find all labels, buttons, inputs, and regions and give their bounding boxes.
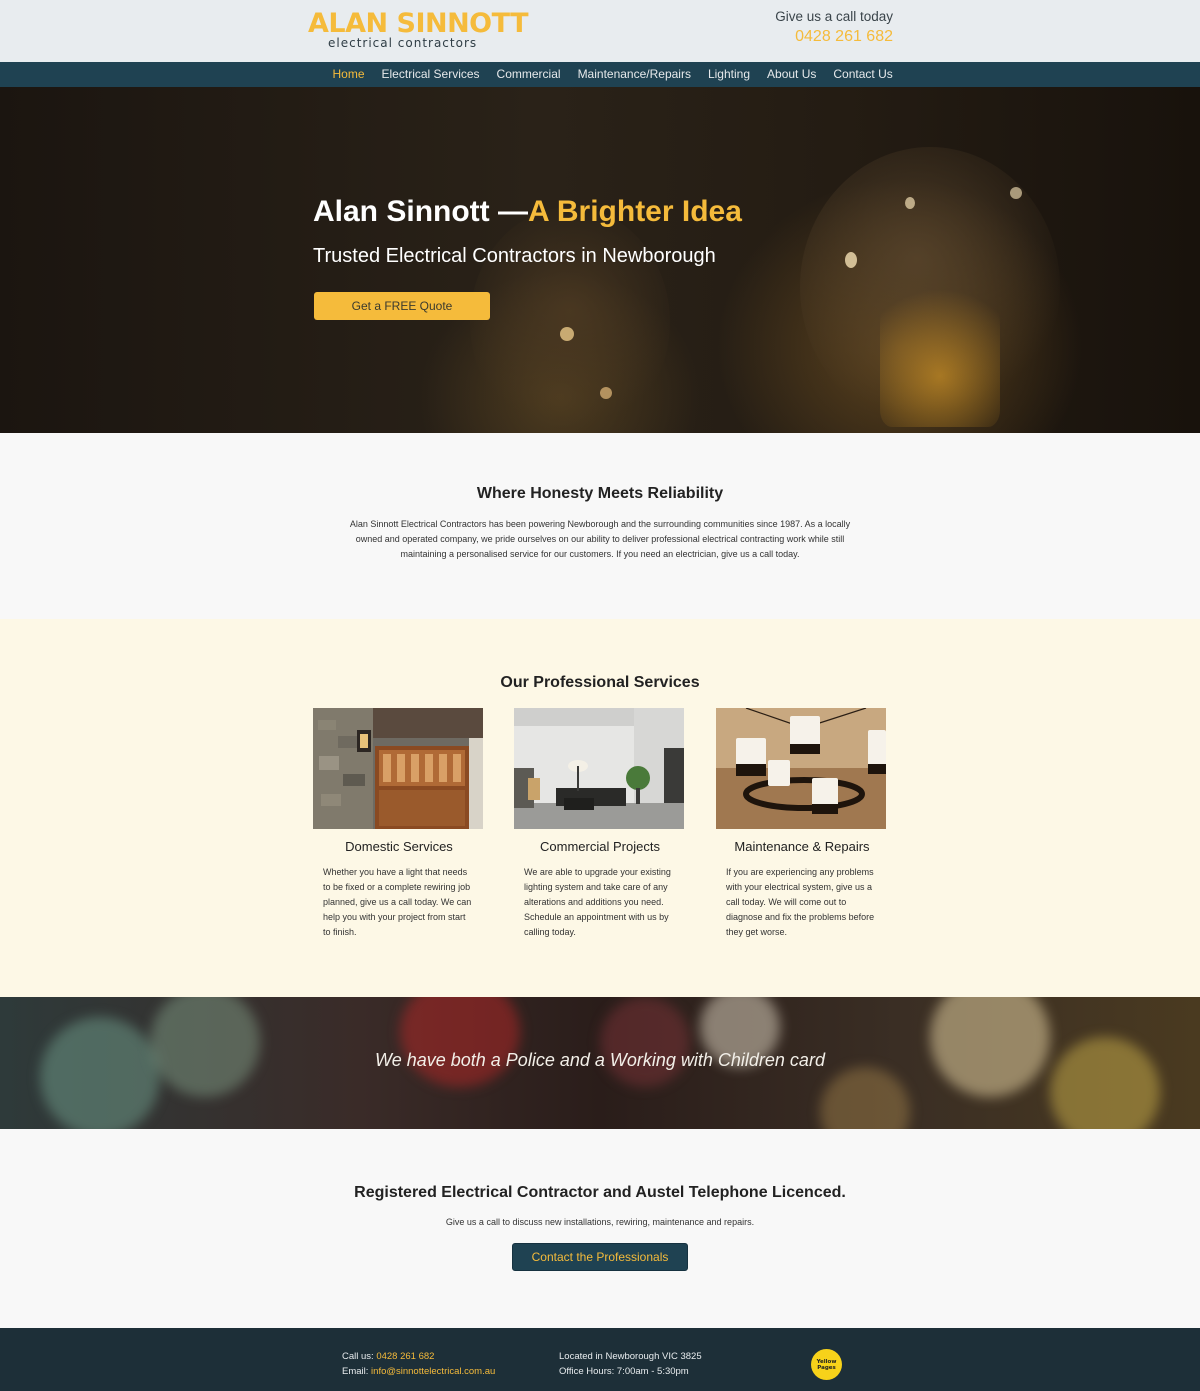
maintenance-title: Maintenance & Repairs (734, 839, 870, 854)
footer-phone-line: Call us: 0428 261 682 (342, 1349, 495, 1364)
commercial-text: We are able to upgrade your existing lig… (524, 867, 671, 937)
nav-item-home[interactable]: Home (324, 62, 373, 87)
nav-item-contact-us[interactable]: Contact Us (825, 62, 901, 87)
services-section: Our Professional Services Domestic Servi… (0, 619, 1200, 997)
hero-title-main: Alan Sinnott — (313, 195, 528, 228)
footer-location: Located in Newborough VIC 3825 Office Ho… (559, 1349, 702, 1379)
hero-title: Alan Sinnott —A Brighter Idea (313, 195, 742, 229)
footer-phone-link[interactable]: 0428 261 682 (376, 1351, 434, 1362)
intro-heading: Where Honesty Meets Reliability (476, 485, 724, 502)
footer-email-link[interactable]: info@sinnottelectrical.com.au (371, 1366, 495, 1377)
footer-address: Located in Newborough VIC 3825 (559, 1351, 702, 1362)
nav-item-commercial[interactable]: Commercial (488, 62, 569, 87)
registered-section: Registered Electrical Contractor and Aus… (0, 1129, 1200, 1328)
header-phone-link[interactable]: 0428 261 682 (795, 28, 893, 46)
footer-call-label: Call us: (342, 1351, 374, 1362)
nav-item-about-us[interactable]: About Us (759, 62, 825, 87)
footer-email-label: Email: (342, 1366, 369, 1377)
hero-title-accent: A Brighter Idea (527, 195, 742, 228)
contact-professionals-button[interactable]: Contact the Professionals (512, 1243, 688, 1271)
intro-text: Alan Sinnott Electrical Contractors has … (349, 519, 851, 559)
site-footer: Call us: 0428 261 682 Email: info@sinnot… (0, 1328, 1200, 1391)
service-card-maintenance[interactable]: Maintenance & Repairs If you are experie… (716, 708, 888, 940)
main-nav: Home Electrical Services Commercial Main… (0, 62, 1200, 87)
call-label: Give us a call today (775, 9, 893, 24)
yellow-pages-badge-icon[interactable]: Yellow Pages (811, 1349, 842, 1380)
footer-contact: Call us: 0428 261 682 Email: info@sinnot… (342, 1349, 495, 1379)
domestic-text: Whether you have a light that needs to b… (323, 867, 472, 937)
logo-main-text: ALAN SINNOTT (308, 8, 529, 39)
domestic-image (313, 708, 483, 829)
intro-section: Where Honesty Meets Reliability Alan Sin… (0, 433, 1200, 619)
service-card-commercial[interactable]: Commercial Projects We are able to upgra… (514, 708, 686, 940)
footer-email-line: Email: info@sinnottelectrical.com.au (342, 1364, 495, 1379)
banner-text: We have both a Police and a Working with… (375, 1050, 825, 1070)
footer-hours: Office Hours: 7:00am - 5:30pm (559, 1366, 689, 1377)
commercial-image (514, 708, 684, 829)
hero-section: Alan Sinnott —A Brighter Idea Trusted El… (0, 87, 1200, 433)
nav-item-electrical-services[interactable]: Electrical Services (373, 62, 488, 87)
registered-text: Give us a call to discuss new installati… (445, 1217, 755, 1227)
nav-list: Home Electrical Services Commercial Main… (324, 62, 901, 87)
hero-subtitle: Trusted Electrical Contractors in Newbor… (313, 245, 716, 267)
nav-item-maintenance-repairs[interactable]: Maintenance/Repairs (569, 62, 699, 87)
maintenance-text: If you are experiencing any problems wit… (726, 867, 875, 937)
site-logo[interactable]: ALAN SINNOTT electrical contractors (308, 8, 529, 52)
logo-sub-text: electrical contractors (328, 36, 478, 50)
services-heading: Our Professional Services (500, 674, 700, 691)
registered-heading: Registered Electrical Contractor and Aus… (354, 1184, 846, 1201)
domestic-title: Domestic Services (345, 839, 453, 854)
maintenance-image (716, 708, 886, 829)
yp-badge-line2: Pages (817, 1364, 836, 1371)
police-check-banner: We have both a Police and a Working with… (0, 997, 1200, 1129)
service-card-domestic[interactable]: Domestic Services Whether you have a lig… (313, 708, 485, 940)
free-quote-button[interactable]: Get a FREE Quote (314, 292, 490, 320)
commercial-title: Commercial Projects (540, 839, 660, 854)
nav-item-lighting[interactable]: Lighting (699, 62, 758, 87)
top-header: ALAN SINNOTT electrical contractors Give… (0, 0, 1200, 62)
